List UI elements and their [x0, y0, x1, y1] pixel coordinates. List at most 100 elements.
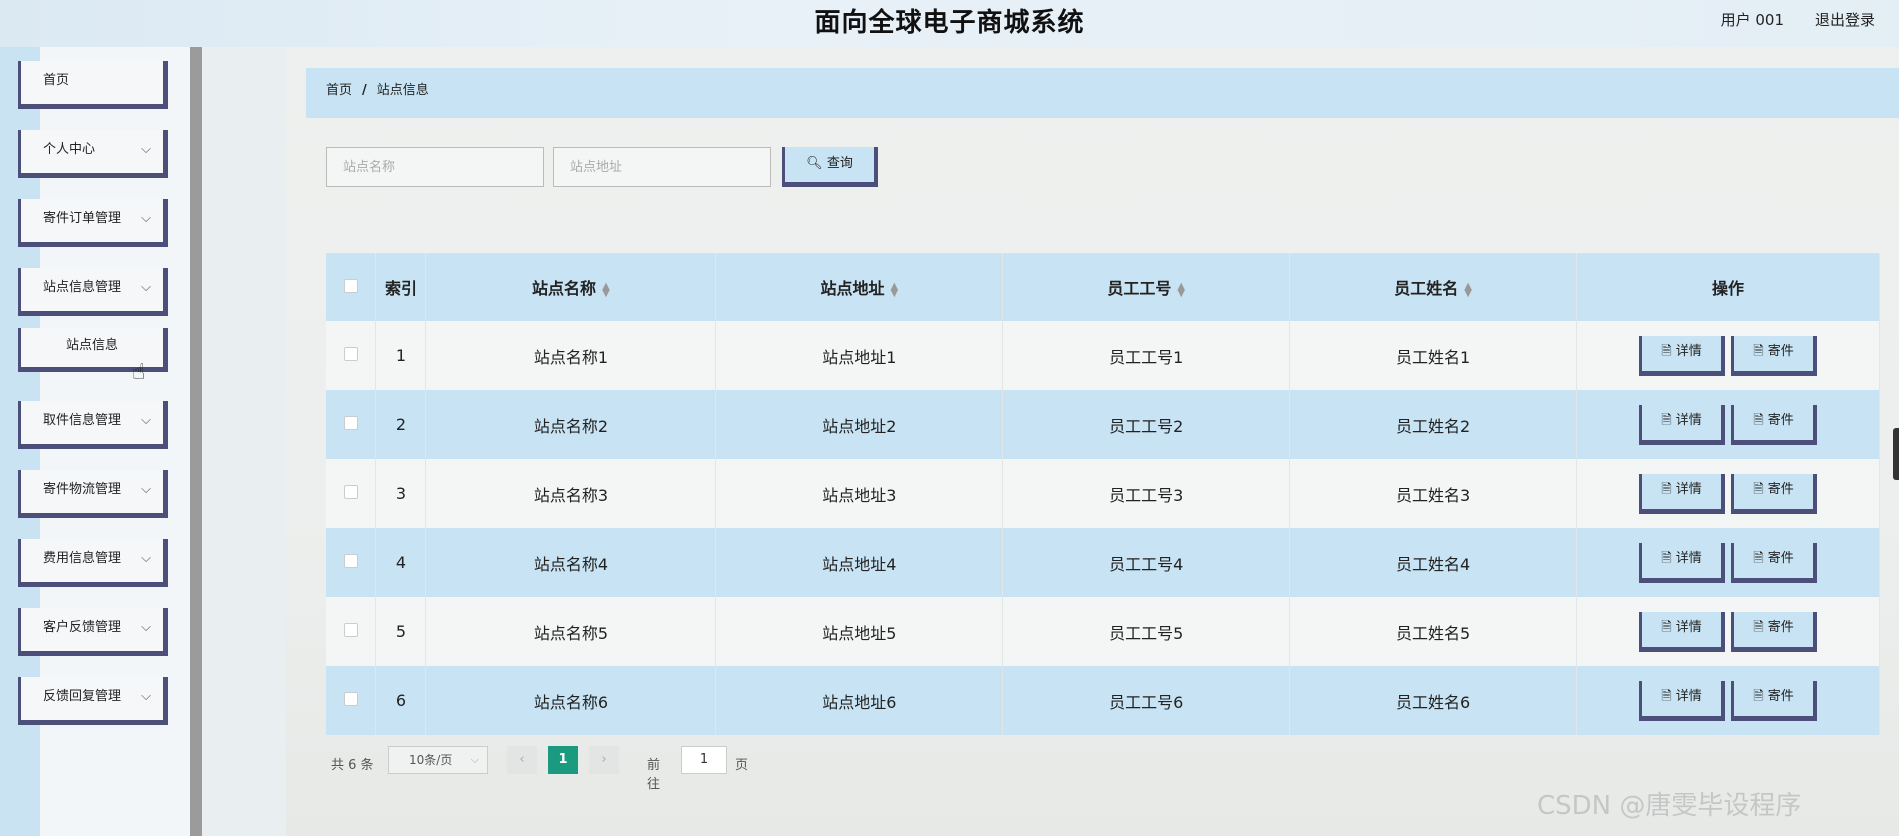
row-checkbox[interactable] — [343, 347, 358, 361]
send-button[interactable]: 🗎 寄件 — [1731, 473, 1818, 514]
chevron-down-icon: ⌵ — [141, 280, 151, 295]
sort-icon[interactable]: ▲ ▼ — [1177, 281, 1185, 298]
sort-icon[interactable]: ▲ ▼ — [1464, 281, 1472, 298]
breadcrumb-separator: / — [362, 83, 367, 98]
sidebar-subitem-site-info[interactable]: 站点信息 — [18, 328, 168, 372]
cell-staff-name: 员工姓名3 — [1289, 459, 1578, 528]
next-page-button[interactable]: › — [589, 746, 619, 774]
site-name-search-input[interactable] — [326, 147, 544, 187]
sidebar-item-site-mgmt[interactable]: 站点信息管理 ⌵ — [18, 268, 168, 316]
document-icon: 🗎 — [1753, 412, 1764, 428]
cell-index: 4 — [375, 528, 427, 597]
detail-button[interactable]: 🗎 详情 — [1639, 680, 1726, 721]
goto-page-input[interactable]: 1 — [681, 746, 727, 774]
chevron-down-icon: ⌵ — [141, 142, 151, 157]
row-select-cell — [326, 390, 377, 459]
site-address-search-input[interactable] — [553, 147, 771, 187]
table-row: 2 站点名称2 站点地址2 员工工号2 员工姓名2 🗎 详情 🗎 寄件 — [326, 390, 1880, 459]
sidebar-item-fee-mgmt[interactable]: 费用信息管理 ⌵ — [18, 539, 168, 587]
sidebar-item-label: 客户反馈管理 — [43, 620, 122, 635]
cell-ops: 🗎 详情 🗎 寄件 — [1576, 390, 1880, 459]
column-header-name[interactable]: 站点名称 ▲ ▼ — [425, 253, 717, 321]
cell-staff-name: 员工姓名1 — [1289, 321, 1578, 390]
cell-address: 站点地址4 — [715, 528, 1004, 597]
cell-staff-name: 员工姓名2 — [1289, 390, 1578, 459]
detail-button[interactable]: 🗎 详情 — [1639, 404, 1726, 445]
detail-button[interactable]: 🗎 详情 — [1639, 542, 1726, 583]
send-button[interactable]: 🗎 寄件 — [1731, 335, 1818, 376]
detail-button[interactable]: 🗎 详情 — [1639, 611, 1726, 652]
send-button[interactable]: 🗎 寄件 — [1731, 542, 1818, 583]
chevron-down-icon: ⌵ — [141, 551, 151, 566]
row-checkbox[interactable] — [343, 623, 358, 637]
cell-staff-no: 员工工号5 — [1002, 597, 1291, 666]
query-button-label: 查询 — [826, 156, 853, 171]
page-number-current[interactable]: 1 — [548, 746, 578, 774]
document-icon: 🗎 — [1661, 688, 1672, 704]
detail-button[interactable]: 🗎 详情 — [1639, 335, 1726, 376]
sidebar-item-reply-mgmt[interactable]: 反馈回复管理 ⌵ — [18, 677, 168, 725]
sidebar-item-order-mgmt[interactable]: 寄件订单管理 ⌵ — [18, 199, 168, 247]
breadcrumb-home[interactable]: 首页 — [326, 83, 352, 98]
cell-ops: 🗎 详情 🗎 寄件 — [1576, 528, 1880, 597]
send-button[interactable]: 🗎 寄件 — [1731, 404, 1818, 445]
prev-page-button[interactable]: ‹ — [507, 746, 537, 774]
column-header-label: 员工姓名 — [1394, 279, 1459, 298]
column-header-ops: 操作 — [1576, 253, 1880, 321]
cell-ops: 🗎 详情 🗎 寄件 — [1576, 459, 1880, 528]
query-button[interactable]: 🔍︎ 查询 — [782, 147, 878, 187]
document-icon: 🗎 — [1661, 550, 1672, 566]
row-checkbox[interactable] — [343, 416, 358, 430]
row-checkbox[interactable] — [343, 554, 358, 568]
sidebar-item-feedback-mgmt[interactable]: 客户反馈管理 ⌵ — [18, 608, 168, 656]
document-icon: 🗎 — [1753, 550, 1764, 566]
sidebar-item-personal-center[interactable]: 个人中心 ⌵ — [18, 130, 168, 178]
sidebar-item-label: 寄件订单管理 — [43, 211, 122, 226]
select-all-checkbox[interactable] — [343, 278, 358, 293]
sidebar-item-home[interactable]: 首页 — [18, 61, 168, 109]
cell-index: 1 — [375, 321, 427, 390]
table-header-row: 索引 站点名称 ▲ ▼ 站点地址 ▲ ▼ 员工工号 ▲ ▼ 员工姓名 ▲ ▼ 操作 — [326, 253, 1880, 321]
sidebar-item-pickup-mgmt[interactable]: 取件信息管理 ⌵ — [18, 401, 168, 449]
sidebar-item-label: 站点信息管理 — [43, 280, 122, 295]
column-header-staff-name[interactable]: 员工姓名 ▲ ▼ — [1289, 253, 1578, 321]
cell-ops: 🗎 详情 🗎 寄件 — [1576, 321, 1880, 390]
cell-index: 5 — [375, 597, 427, 666]
chevron-down-icon: ⌵ — [141, 620, 151, 635]
cell-name: 站点名称6 — [425, 666, 717, 735]
hand-cursor-icon: ☝ — [132, 360, 146, 385]
app-title: 面向全球电子商城系统 — [814, 8, 1085, 38]
row-checkbox[interactable] — [343, 485, 358, 499]
chevron-down-icon: ⌵ — [141, 689, 151, 704]
column-header-address[interactable]: 站点地址 ▲ ▼ — [715, 253, 1004, 321]
sidebar-item-logistics-mgmt[interactable]: 寄件物流管理 ⌵ — [18, 470, 168, 518]
send-button-label: 寄件 — [1767, 688, 1794, 704]
current-user: 用户 001 — [1720, 11, 1784, 29]
sidebar-item-label: 个人中心 — [43, 142, 96, 157]
logout-link[interactable]: 退出登录 — [1815, 9, 1875, 30]
detail-button-label: 详情 — [1675, 550, 1702, 566]
detail-button-label: 详情 — [1675, 412, 1702, 428]
chevron-down-icon: ⌵ — [141, 413, 151, 428]
cell-address: 站点地址5 — [715, 597, 1004, 666]
sort-icon[interactable]: ▲ ▼ — [602, 281, 610, 298]
detail-button-label: 详情 — [1675, 343, 1702, 359]
breadcrumb-current: 站点信息 — [376, 83, 429, 98]
column-header-label: 员工工号 — [1107, 279, 1172, 298]
chevron-down-icon: ⌵ — [470, 753, 479, 766]
send-button[interactable]: 🗎 寄件 — [1731, 611, 1818, 652]
scrollbar-handle[interactable] — [1893, 428, 1899, 480]
cell-staff-no: 员工工号1 — [1002, 321, 1291, 390]
column-header-staff-no[interactable]: 员工工号 ▲ ▼ — [1002, 253, 1291, 321]
row-checkbox[interactable] — [343, 692, 358, 706]
cell-staff-no: 员工工号6 — [1002, 666, 1291, 735]
cell-staff-no: 员工工号4 — [1002, 528, 1291, 597]
cell-name: 站点名称2 — [425, 390, 717, 459]
cell-ops: 🗎 详情 🗎 寄件 — [1576, 597, 1880, 666]
sidebar-divider — [190, 47, 202, 836]
send-button[interactable]: 🗎 寄件 — [1731, 680, 1818, 721]
page-size-select[interactable]: 10条/页 ⌵ — [388, 746, 488, 774]
sort-icon[interactable]: ▲ ▼ — [890, 281, 898, 298]
cell-ops: 🗎 详情 🗎 寄件 — [1576, 666, 1880, 735]
detail-button[interactable]: 🗎 详情 — [1639, 473, 1726, 514]
